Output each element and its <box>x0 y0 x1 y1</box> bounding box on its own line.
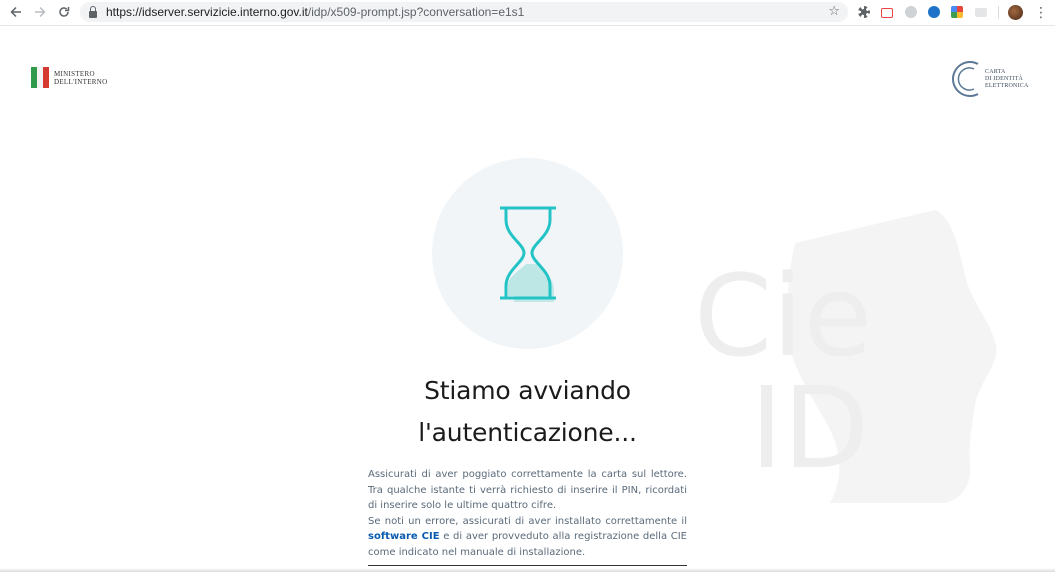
ministero-text: MINISTERO DELL'INTERNO <box>54 70 107 86</box>
page-title: Stiamo avviando l'autenticazione... <box>340 370 715 454</box>
watermark-cie-text: Cie <box>694 252 872 382</box>
reload-button[interactable] <box>55 3 73 21</box>
profile-avatar[interactable] <box>1008 5 1023 20</box>
toolbar-separator <box>998 6 999 19</box>
extension-colors-icon[interactable] <box>951 6 963 18</box>
ministero-line2: DELL'INTERNO <box>54 77 108 86</box>
address-bar[interactable]: https://idserver.servizicie.interno.gov.… <box>80 2 848 22</box>
title-line1: Stiamo avviando <box>424 376 631 405</box>
url-text: https://idserver.servizicie.interno.gov.… <box>106 5 524 19</box>
lock-icon <box>89 5 97 18</box>
url-path: /idp/x509-prompt.jsp?conversation=e1s1 <box>307 5 525 19</box>
content-divider <box>368 565 687 566</box>
extension-mail-icon[interactable] <box>881 8 893 18</box>
cie-logo-text: CARTA DI IDENTITÀ ELETTRONICA <box>985 69 1029 90</box>
watermark-id-text: ID <box>750 364 869 494</box>
arrow-left-icon <box>10 6 21 18</box>
cie-line1: CARTA <box>985 69 1006 75</box>
star-icon[interactable]: ☆ <box>828 3 840 19</box>
italian-flag-icon <box>31 67 49 88</box>
ministero-logo[interactable]: MINISTERO DELL'INTERNO <box>31 67 107 88</box>
cie-line3: ELETTRONICA <box>985 83 1029 89</box>
paragraph-2-start: Se noti un errore, assicurati di aver in… <box>368 515 687 527</box>
forward-button[interactable] <box>31 3 49 21</box>
instructions-text: Assicurati di aver poggiato correttament… <box>368 467 687 560</box>
ministero-line1: MINISTERO <box>54 69 95 78</box>
window-bottom-edge <box>0 568 1055 572</box>
extension-circle-icon[interactable] <box>905 6 917 18</box>
cie-line2: DI IDENTITÀ <box>985 76 1024 82</box>
extension-cast-icon[interactable] <box>975 8 987 17</box>
cieid-watermark: Cie ID <box>694 210 997 503</box>
arrow-right-icon <box>35 6 46 18</box>
extension-globe-icon[interactable] <box>928 6 940 18</box>
instructions-paragraph-2: Se noti un errore, assicurati di aver in… <box>368 514 687 561</box>
kebab-menu-icon[interactable]: ⋮ <box>1034 3 1048 21</box>
browser-toolbar: https://idserver.servizicie.interno.gov.… <box>0 0 1055 26</box>
extension-gear-icon[interactable] <box>858 6 870 18</box>
hourglass-icon <box>500 206 556 302</box>
reload-icon <box>59 7 70 17</box>
url-host: https://idserver.servizicie.interno.gov.… <box>106 5 308 19</box>
instructions-paragraph-1: Assicurati di aver poggiato correttament… <box>368 469 687 511</box>
back-button[interactable] <box>7 3 25 21</box>
title-line2: l'autenticazione... <box>418 418 637 447</box>
hourglass-circle <box>432 158 623 349</box>
software-cie-link[interactable]: software CIE <box>368 531 440 542</box>
